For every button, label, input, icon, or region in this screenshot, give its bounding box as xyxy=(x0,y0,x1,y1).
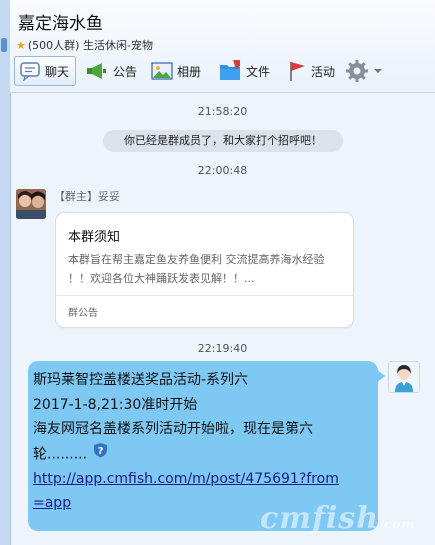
toolbar: 聊天 公告 相册 文件 活动 xyxy=(14,56,435,88)
chevron-down-icon xyxy=(374,69,382,73)
timestamp: 22:00:48 xyxy=(197,164,248,177)
tab-album[interactable]: 相册 xyxy=(151,56,201,86)
tab-files-label: 文件 xyxy=(246,64,271,79)
tab-album-label: 相册 xyxy=(177,64,202,79)
watermark-suffix: .com xyxy=(379,517,416,531)
megaphone-icon xyxy=(87,63,106,79)
watermark-text: cmfish xyxy=(260,501,380,536)
divider xyxy=(56,295,353,296)
card-footer: 群公告 xyxy=(68,308,98,319)
card-body: 本群旨在帮主嘉定鱼友养鱼便利 交流提高养海水经验 ！！欢迎各位大神踊跃发表见解！… xyxy=(68,253,325,285)
tab-chat[interactable]: 聊天 xyxy=(14,56,77,86)
folder-icon xyxy=(220,60,240,80)
group-title: 嘉定海水鱼 xyxy=(18,14,103,34)
member-count: (500人群) xyxy=(27,39,80,52)
chat-header: 嘉定海水鱼 ★ (500人群) 生活休闲-宠物 聊天 公告 相册 文件 活动 xyxy=(10,0,435,93)
timestamp: 21:58:20 xyxy=(197,105,248,118)
timestamp: 22:19:40 xyxy=(197,342,248,355)
message-area[interactable]: 21:58:20 你已经是群成员了，和大家打个招呼吧！ 22:00:48 【群主… xyxy=(10,93,435,545)
message-text: 斯玛莱智控盖楼送奖品活动-系列六 2017-1-8,21:30准时开始 海友网冠… xyxy=(33,368,343,516)
tab-notice-label: 公告 xyxy=(113,64,138,79)
photo-icon xyxy=(151,62,173,80)
tab-activity[interactable]: 活动 xyxy=(287,56,335,86)
tab-chat-label: 聊天 xyxy=(45,64,70,79)
tab-notice[interactable]: 公告 xyxy=(85,56,137,86)
avatar-image xyxy=(389,362,419,392)
collapse-handle[interactable] xyxy=(1,38,7,52)
sender-name[interactable]: 妥妥 xyxy=(98,190,120,203)
watermark-logo: cmfish.com xyxy=(260,501,415,536)
help-icon[interactable]: ? xyxy=(93,442,108,467)
tab-activity-label: 活动 xyxy=(311,64,336,79)
more-settings-button[interactable] xyxy=(345,56,387,86)
bubble-tail xyxy=(376,369,385,383)
gear-icon xyxy=(346,60,368,82)
announcement-card[interactable]: 本群须知 本群旨在帮主嘉定鱼友养鱼便利 交流提高养海水经验 ！！欢迎各位大神踊跃… xyxy=(56,213,353,327)
sender-role: 【群主】 xyxy=(54,190,98,203)
svg-text:?: ? xyxy=(98,446,104,457)
group-category[interactable]: 生活休闲-宠物 xyxy=(83,39,153,52)
flag-icon xyxy=(290,62,305,81)
star-icon: ★ xyxy=(16,39,26,52)
card-title: 本群须知 xyxy=(68,230,121,245)
message-line: 斯玛莱智控盖楼送奖品活动-系列六 xyxy=(33,372,249,388)
avatar[interactable] xyxy=(388,361,420,393)
sender-info: 【群主】妥妥 xyxy=(54,188,120,204)
group-info: ★ (500人群) 生活休闲-宠物 xyxy=(16,37,153,53)
tab-files[interactable]: 文件 xyxy=(218,56,270,86)
avatar-image xyxy=(16,189,46,219)
system-notice: 你已经是群成员了，和大家打个招呼吧！ xyxy=(103,130,343,152)
message-line: 2017-1-8,21:30准时开始 xyxy=(33,396,198,413)
message-line-text: 海友网冠名盖楼系列活动开始啦，现在是第六轮......... xyxy=(33,421,313,463)
chat-icon xyxy=(20,62,40,81)
message-line: 海友网冠名盖楼系列活动开始啦，现在是第六轮.........? xyxy=(33,417,343,466)
avatar[interactable] xyxy=(16,189,46,219)
